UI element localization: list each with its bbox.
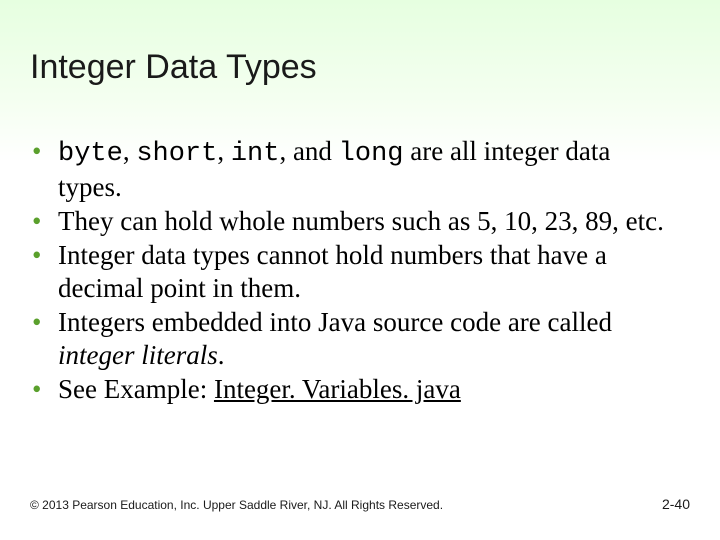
bullet-2: They can hold whole numbers such as 5, 1… <box>30 205 680 238</box>
slide: Integer Data Types byte, short, int, and… <box>0 0 720 540</box>
text: , and <box>279 136 338 166</box>
bullet-3: Integer data types cannot hold numbers t… <box>30 239 680 305</box>
text: See Example: <box>58 374 214 404</box>
text: , <box>217 136 231 166</box>
slide-title: Integer Data Types <box>30 48 317 87</box>
code-byte: byte <box>58 139 123 169</box>
text: . <box>218 340 225 370</box>
code-int: int <box>231 139 280 169</box>
code-long: long <box>339 139 404 169</box>
bullet-list: byte, short, int, and long are all integ… <box>30 135 680 406</box>
term-integer-literals: integer literals <box>58 340 218 370</box>
bullet-5: See Example: Integer. Variables. java <box>30 373 680 406</box>
page-number: 2-40 <box>662 496 690 512</box>
copyright-footer: © 2013 Pearson Education, Inc. Upper Sad… <box>30 498 443 512</box>
example-link[interactable]: Integer. Variables. java <box>214 374 461 404</box>
text: , <box>123 136 137 166</box>
bullet-4: Integers embedded into Java source code … <box>30 306 680 372</box>
code-short: short <box>136 139 217 169</box>
slide-body: byte, short, int, and long are all integ… <box>30 135 680 407</box>
text: Integers embedded into Java source code … <box>58 307 612 337</box>
bullet-1: byte, short, int, and long are all integ… <box>30 135 680 204</box>
